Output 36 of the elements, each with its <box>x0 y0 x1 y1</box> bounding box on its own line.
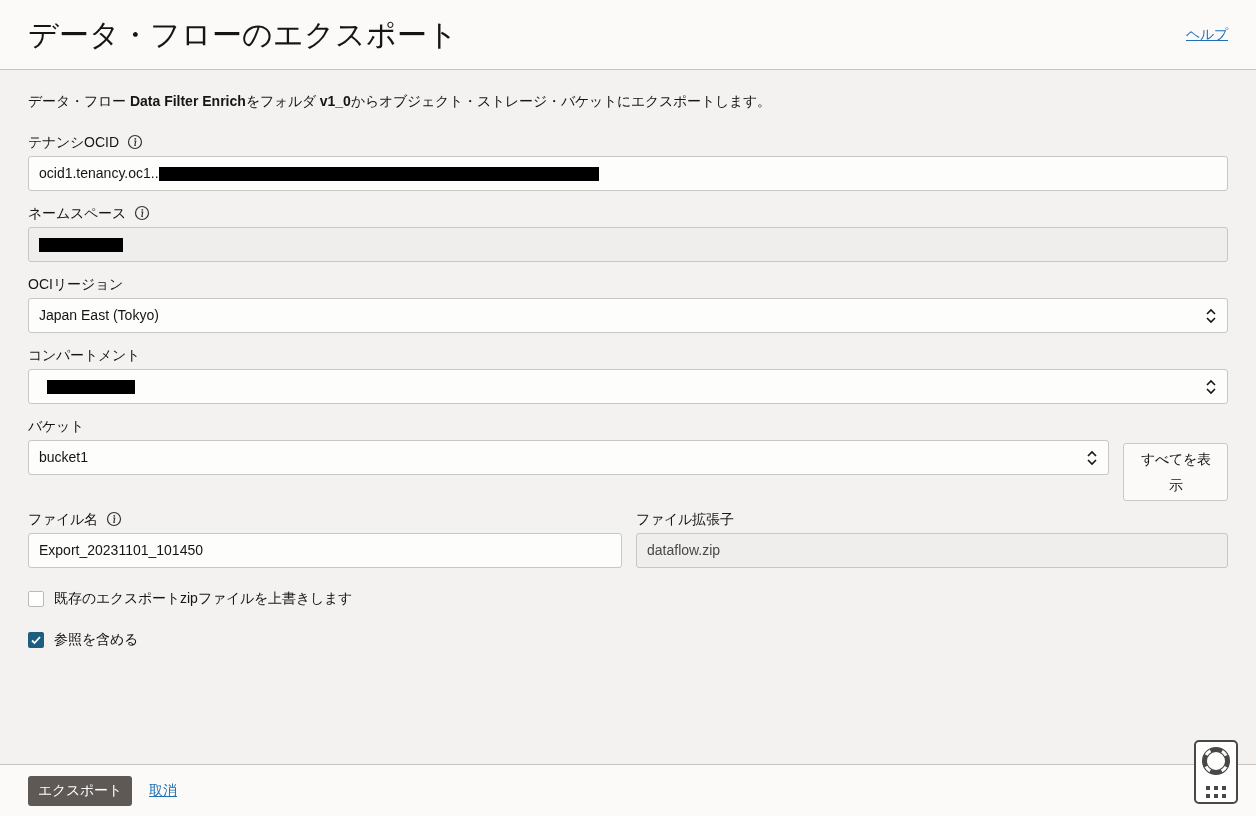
field-value: Export_20231101_101450 <box>39 541 203 560</box>
select-field[interactable] <box>28 369 1228 404</box>
select-field[interactable]: Japan East (Tokyo) <box>28 298 1228 333</box>
checkbox[interactable] <box>28 631 44 648</box>
info-icon[interactable] <box>106 511 122 527</box>
show-all-button[interactable]: すべてを表示 <box>1123 443 1228 501</box>
description-text: データ・フロー Data Filter Enrichをフォルダ v1_0からオブジェクト・ストレージ・バケットにエクスポートします。 <box>28 92 772 111</box>
help-widget[interactable] <box>1194 740 1238 804</box>
field-label: ファイル名 <box>28 509 98 529</box>
field-label: OCIリージョン <box>28 274 123 294</box>
cancel-link[interactable]: 取消 <box>149 780 177 801</box>
field-label: バケット <box>28 416 84 436</box>
info-icon[interactable] <box>134 205 150 221</box>
checkbox[interactable] <box>28 590 44 607</box>
field-value: bucket1 <box>39 448 89 467</box>
input-field[interactable]: ocid1.tenancy.oc1.. <box>28 156 1228 191</box>
grid-icon <box>1206 786 1226 798</box>
input-field[interactable]: Export_20231101_101450 <box>28 533 622 568</box>
field-value: dataflow.zip <box>647 541 721 560</box>
help-link[interactable]: ヘルプ <box>1186 24 1228 45</box>
info-icon[interactable] <box>127 134 143 150</box>
checkbox-label: 参照を含める <box>54 630 138 649</box>
chevron-updown-icon <box>1086 448 1098 467</box>
chevron-updown-icon <box>1205 306 1217 325</box>
field-label: ファイル拡張子 <box>636 509 734 529</box>
export-button[interactable]: エクスポート <box>28 775 132 806</box>
field-label: コンパートメント <box>28 345 140 365</box>
checkbox-label: 既存のエクスポートzipファイルを上書きします <box>54 589 352 608</box>
select-field[interactable]: bucket1 <box>28 440 1109 475</box>
lifebuoy-icon <box>1201 746 1231 776</box>
field-value: Japan East (Tokyo) <box>39 306 159 325</box>
field-label: ネームスペース <box>28 203 126 223</box>
field-value: ocid1.tenancy.oc1.. <box>39 164 159 183</box>
field-label: テナンシOCID <box>28 132 119 152</box>
dialog-title: データ・フローのエクスポート <box>28 16 458 54</box>
chevron-updown-icon <box>1205 377 1217 396</box>
